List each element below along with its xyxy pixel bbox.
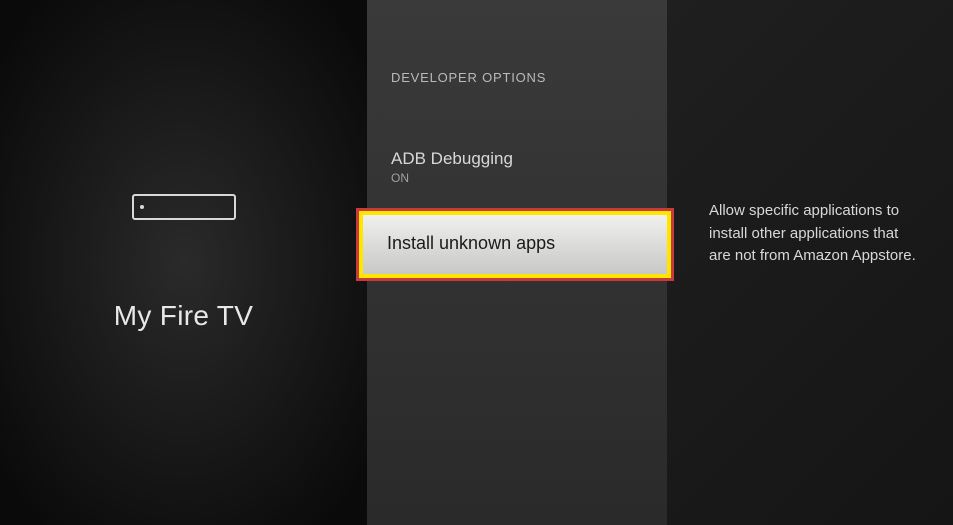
setting-description: Allow specific applications to install o… [709,200,923,268]
menu-item-title: Install unknown apps [387,233,643,254]
menu-item-value: ON [391,171,643,185]
description-panel: Allow specific applications to install o… [667,0,953,525]
device-icon [132,194,236,220]
device-label: My Fire TV [114,300,253,332]
settings-menu-panel: DEVELOPER OPTIONS ADB Debugging ON Insta… [367,0,667,525]
section-header: DEVELOPER OPTIONS [367,70,667,85]
menu-item-install-unknown-apps[interactable]: Install unknown apps [359,211,671,278]
left-panel: My Fire TV [0,0,367,525]
menu-item-title: ADB Debugging [391,149,643,169]
menu-item-adb-debugging[interactable]: ADB Debugging ON [367,135,667,199]
